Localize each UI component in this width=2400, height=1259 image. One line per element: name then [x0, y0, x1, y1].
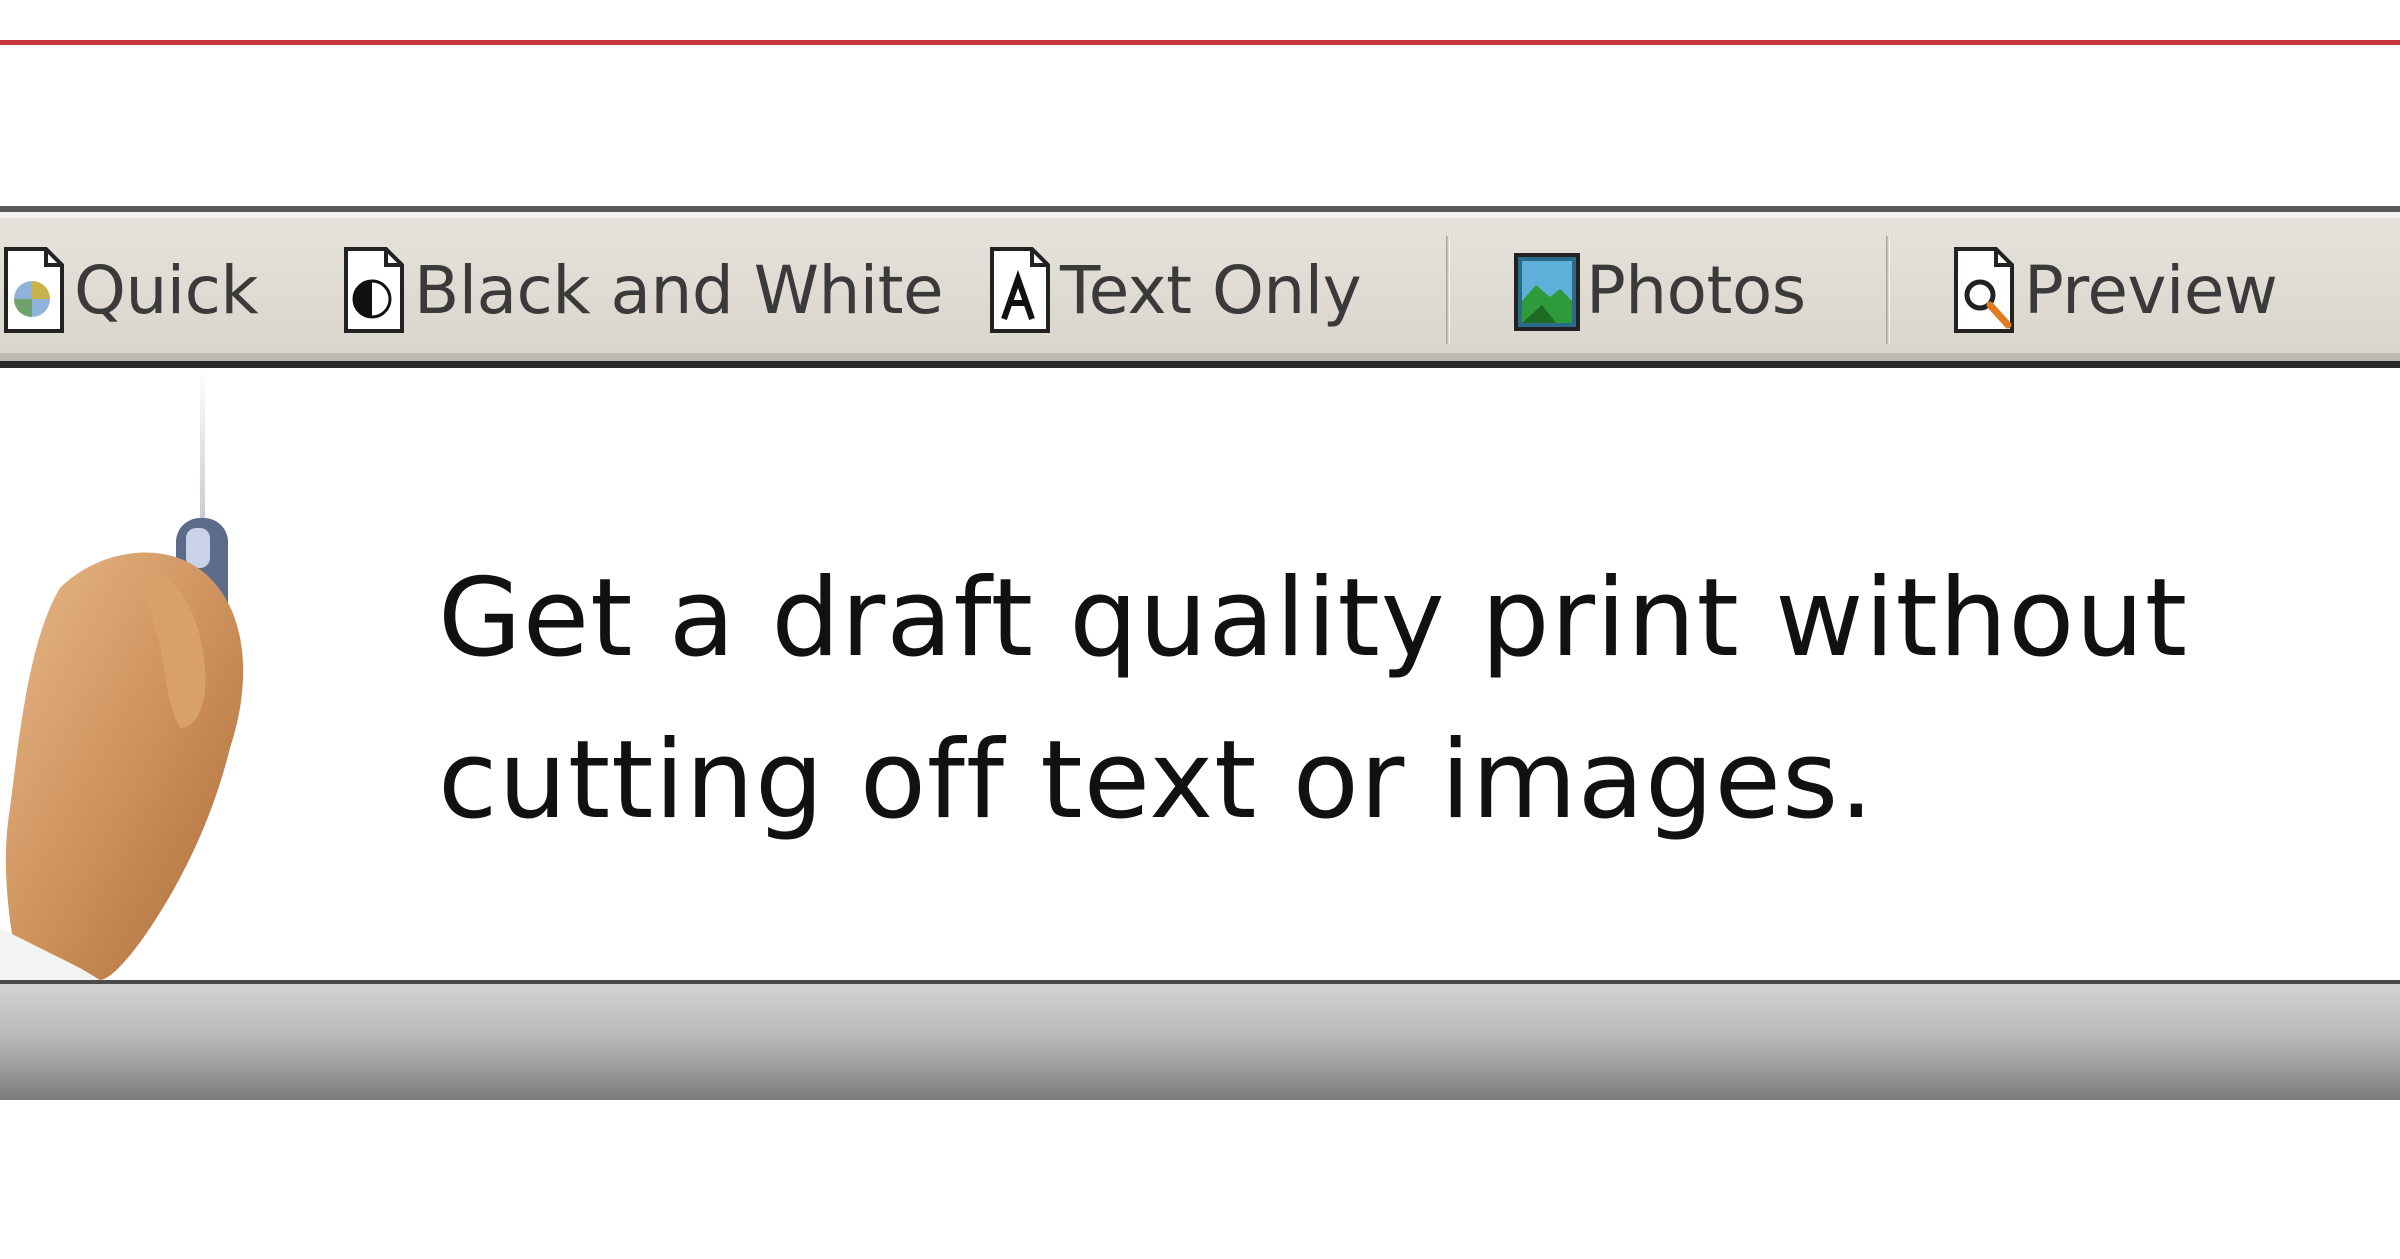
preview-button[interactable]: Preview	[1950, 240, 2278, 340]
page: Quick Black and White Text Only Photos P…	[0, 0, 2400, 1259]
bottom-bar	[0, 980, 2400, 1100]
hand-mouse-image	[0, 368, 244, 980]
black-and-white-label: Black and White	[414, 251, 944, 329]
photos-button[interactable]: Photos	[1512, 240, 1806, 340]
text-only-button[interactable]: Text Only	[986, 240, 1362, 340]
quick-button[interactable]: Quick	[0, 240, 259, 340]
quick-label: Quick	[74, 251, 259, 329]
text-only-label: Text Only	[1060, 251, 1362, 329]
toolbar-separator	[1446, 236, 1450, 344]
toolbar-separator	[1886, 236, 1890, 344]
quick-print-icon	[0, 245, 70, 335]
black-white-icon	[340, 245, 410, 335]
black-and-white-button[interactable]: Black and White	[340, 240, 944, 340]
banner-text: Get a draft quality print without cuttin…	[438, 556, 2189, 843]
preview-label: Preview	[2024, 251, 2278, 329]
text-only-icon	[986, 245, 1056, 335]
preview-icon	[1950, 245, 2020, 335]
photo-icon	[1512, 245, 1582, 335]
info-banner: Get a draft quality print without cuttin…	[0, 368, 2400, 980]
photos-label: Photos	[1586, 251, 1806, 329]
print-toolbar: Quick Black and White Text Only Photos P…	[0, 206, 2400, 368]
top-divider	[0, 40, 2400, 45]
